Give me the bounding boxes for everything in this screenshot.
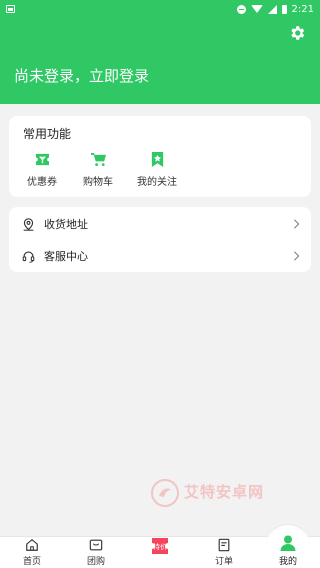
login-prompt[interactable]: 尚未登录，立即登录 <box>14 65 149 86</box>
tab-orders[interactable]: 订单 <box>204 538 244 567</box>
function-coupon[interactable]: 优惠券 <box>17 152 67 188</box>
image-notification-icon <box>6 5 15 13</box>
link-shipping-address[interactable]: 收货地址 <box>9 208 311 240</box>
function-cart[interactable]: 购物车 <box>73 152 123 188</box>
link-label: 收货地址 <box>44 218 88 231</box>
location-pin-icon <box>23 217 34 231</box>
tab-label: 团购 <box>86 557 105 567</box>
order-icon <box>218 538 230 552</box>
cart-icon <box>90 152 106 167</box>
link-label: 客服中心 <box>44 250 88 263</box>
tab-special-offer[interactable]: 特价 <box>140 538 180 556</box>
signal-icon <box>267 4 277 14</box>
gear-icon[interactable] <box>288 24 306 42</box>
profile-screen: 2:21 尚未登录，立即登录 常用功能 优惠券 购物车 我的关注 收货地址 客服… <box>0 0 320 568</box>
profile-icon <box>280 535 296 551</box>
function-label: 我的关注 <box>137 177 177 188</box>
tab-profile[interactable]: 我的 <box>268 535 308 567</box>
do-not-disturb-icon <box>236 4 246 14</box>
battery-icon <box>281 4 287 14</box>
link-customer-service[interactable]: 客服中心 <box>9 240 311 272</box>
status-icons: 2:21 <box>236 3 314 15</box>
service-links-card: 收货地址 客服中心 <box>9 207 311 272</box>
function-label: 购物车 <box>83 177 113 188</box>
card-title: 常用功能 <box>23 127 72 141</box>
function-label: 优惠券 <box>27 177 57 188</box>
bookmark-star-icon <box>151 152 163 167</box>
profile-header: 尚未登录，立即登录 <box>0 18 320 104</box>
common-functions-card: 常用功能 优惠券 购物车 我的关注 <box>9 116 311 197</box>
tab-label: 我的 <box>278 557 297 567</box>
home-icon <box>26 539 38 551</box>
watermark-logo-icon <box>151 479 179 507</box>
watermark: 艾特安卓网 <box>150 478 278 508</box>
tab-label: 首页 <box>22 557 41 567</box>
status-bar: 2:21 <box>0 0 320 18</box>
chevron-right-icon <box>294 251 300 261</box>
coupon-icon <box>35 153 49 166</box>
function-follows[interactable]: 我的关注 <box>132 152 182 188</box>
wifi-icon <box>250 5 263 13</box>
tab-group-buy[interactable]: 团购 <box>76 538 116 567</box>
headset-icon <box>22 250 35 263</box>
special-offer-icon: 特价 <box>152 538 168 554</box>
svg-text:特价: 特价 <box>153 542 167 551</box>
tab-label: 订单 <box>214 557 233 567</box>
status-time: 2:21 <box>291 3 314 15</box>
watermark-text: 艾特安卓网 <box>184 483 265 501</box>
group-buy-icon <box>89 539 103 551</box>
chevron-right-icon <box>294 219 300 229</box>
tab-home[interactable]: 首页 <box>12 538 52 567</box>
